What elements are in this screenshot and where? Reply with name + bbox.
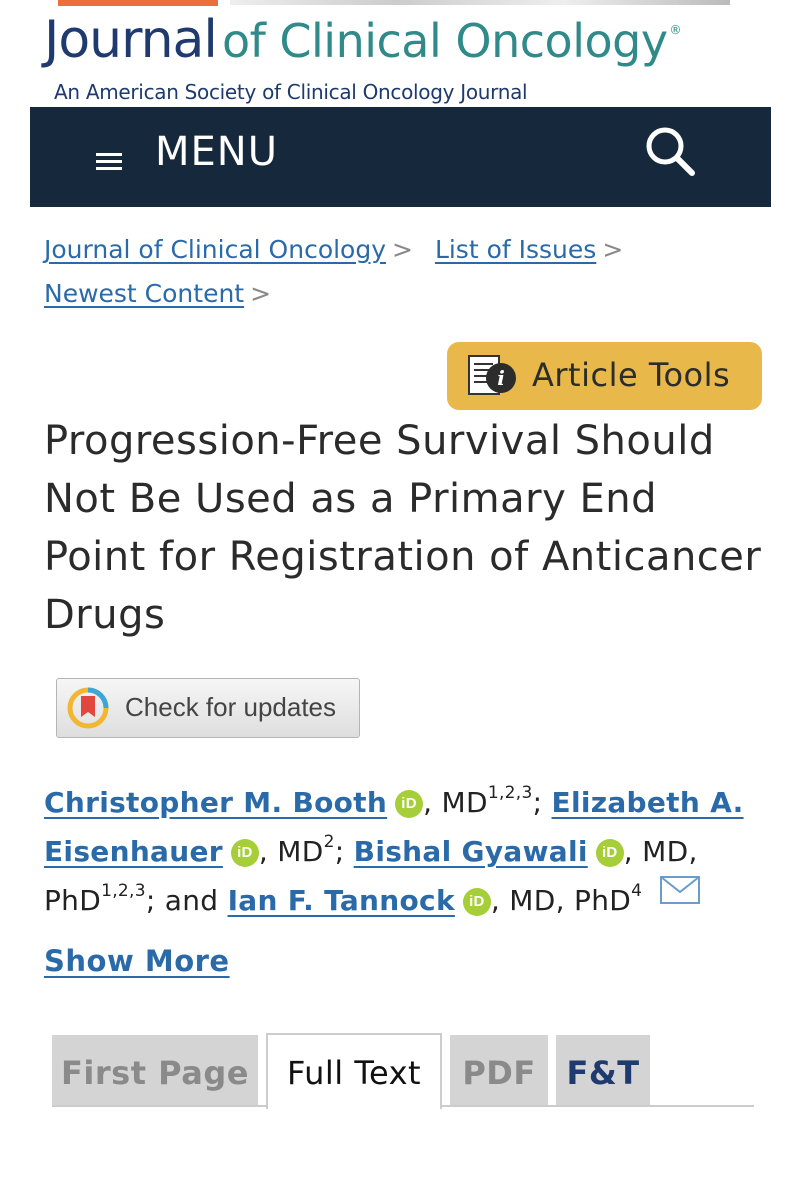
breadcrumb-separator: > [602,235,624,264]
article-tools-label: Article Tools [532,356,731,394]
author-separator: ; and [145,884,219,917]
logo-journal-word: Journal [44,10,218,70]
tab-pdf[interactable]: PDF [450,1035,548,1105]
info-document-icon: i [468,355,516,395]
tab-figures-tables[interactable]: F&T [556,1035,650,1105]
nav-bar: MENU [30,107,771,207]
svg-text:i: i [497,366,505,390]
author-separator: ; [532,786,543,819]
orcid-icon[interactable]: iD [230,839,259,867]
article-title: Progression-Free Survival Should Not Be … [44,418,762,638]
author-degree: , MD [258,835,324,868]
author-affiliation: 4 [631,881,643,901]
journal-logo[interactable]: Journal of Clinical Oncology ® [44,14,682,68]
top-banner-image [230,0,730,5]
orcid-icon[interactable]: iD [462,888,491,916]
breadcrumb-list-of-issues[interactable]: List of Issues [435,235,596,264]
show-more-link[interactable]: Show More [44,944,230,978]
email-icon[interactable] [660,876,701,904]
crossmark-icon [67,687,109,729]
author-separator: ; [334,835,345,868]
check-for-updates-label: Check for updates [125,692,337,722]
breadcrumb-journal[interactable]: Journal of Clinical Oncology [44,235,386,264]
orcid-icon[interactable]: iD [595,839,624,867]
article-tools-button[interactable]: i Article Tools [447,342,762,410]
author-degree: , MD [423,786,488,819]
author-degree: , MD, PhD [490,884,632,917]
author-link[interactable]: Ian F. Tannock [228,884,455,917]
author-affiliation: 1,2,3 [487,783,533,803]
author-link[interactable]: Christopher M. Booth [44,786,387,819]
top-banner-strip [58,0,218,6]
menu-button[interactable]: MENU [155,129,278,175]
breadcrumb-separator: > [250,279,272,308]
author-affiliation: 2 [323,832,335,852]
logo-registered-mark: ® [669,23,682,37]
journal-subtitle: An American Society of Clinical Oncology… [54,80,528,104]
author-link[interactable]: Bishal Gyawali [354,835,588,868]
logo-journal-name: of Clinical Oncology [221,14,668,68]
author-list: Christopher M. Booth iD, MD1,2,3; Elizabe… [44,778,764,925]
orcid-icon[interactable]: iD [395,790,424,818]
breadcrumb: Journal of Clinical Oncology > List of Is… [44,228,764,316]
breadcrumb-separator: > [392,235,413,264]
search-icon[interactable] [642,123,698,179]
tab-full-text[interactable]: Full Text [266,1033,442,1109]
breadcrumb-newest-content[interactable]: Newest Content [44,279,244,308]
tab-first-page[interactable]: First Page [52,1035,258,1105]
author-affiliation: 1,2,3 [101,881,146,901]
check-for-updates-button[interactable]: Check for updates [56,678,360,738]
article-tabs: First Page Full Text PDF F&T [52,1033,754,1109]
hamburger-icon[interactable] [96,153,122,171]
